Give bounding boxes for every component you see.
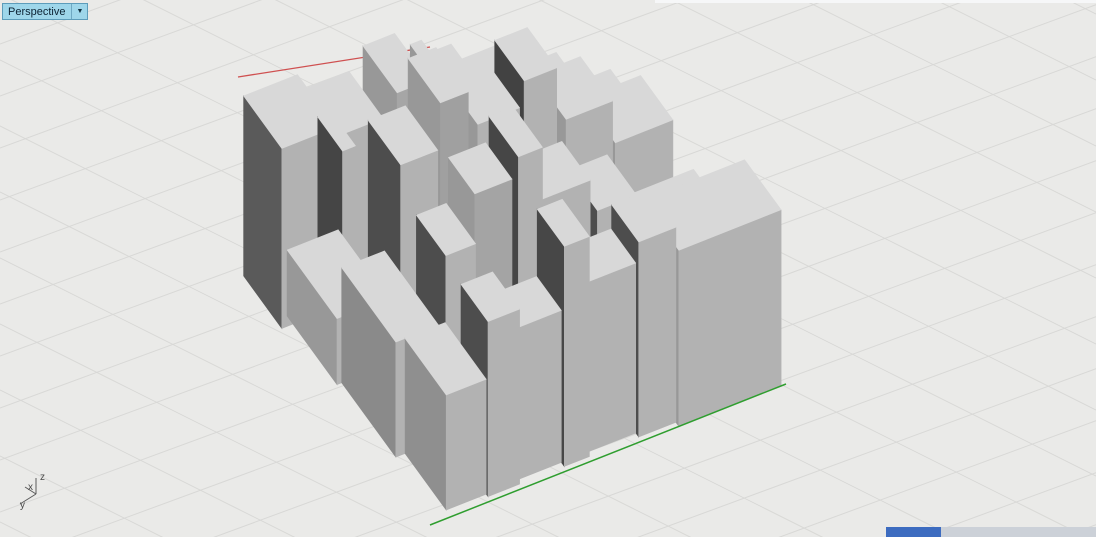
world-axes-gizmo: z x y: [19, 472, 45, 511]
gizmo-z-label: z: [40, 472, 45, 483]
viewport[interactable]: Perspective ▼ z x y: [0, 0, 1096, 537]
viewport-title-tab[interactable]: Perspective ▼: [2, 3, 89, 20]
gizmo-y-label: y: [20, 500, 25, 511]
taskbar-window-fragment-light[interactable]: [941, 527, 1096, 537]
viewport-3d-scene[interactable]: [0, 0, 1096, 537]
window-chrome-sliver: [655, 0, 1096, 3]
gizmo-x-label: x: [28, 482, 33, 493]
viewport-title[interactable]: Perspective: [3, 4, 71, 19]
viewport-menu-dropdown-icon[interactable]: ▼: [72, 4, 87, 19]
taskbar-window-fragment-blue[interactable]: [886, 527, 941, 537]
